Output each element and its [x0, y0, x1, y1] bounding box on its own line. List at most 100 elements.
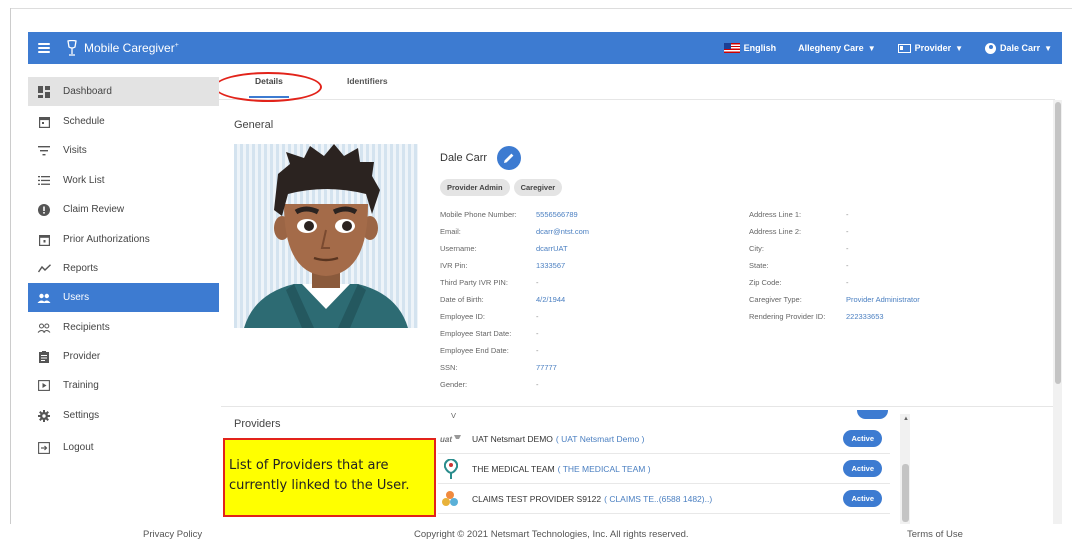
- field-value-address1: -: [846, 210, 849, 219]
- calendar-icon: [37, 115, 51, 129]
- field-value-start-date: -: [536, 329, 539, 338]
- field-label: Username:: [440, 244, 477, 253]
- sidebar-item-schedule[interactable]: Schedule: [28, 107, 219, 136]
- field-value-email[interactable]: dcarr@ntst.com: [536, 227, 589, 236]
- menu-icon[interactable]: [38, 43, 50, 53]
- avatar-illustration: [244, 144, 408, 328]
- field-label: State:: [749, 261, 769, 270]
- field-label: Gender:: [440, 380, 468, 389]
- provider-code-link[interactable]: ( CLAIMS TE..(6588 1482)..): [604, 494, 712, 504]
- list-item[interactable]: uat UAT Netsmart DEMO ( UAT Netsmart Dem…: [438, 424, 890, 454]
- sidebar-item-label: Users: [63, 292, 90, 303]
- tab-bar: Details Identifiers: [219, 64, 1055, 102]
- sidebar-item-label: Visits: [63, 145, 87, 156]
- sidebar-item-label: Recipients: [63, 322, 110, 333]
- role-label: Provider: [914, 43, 952, 53]
- gear-icon: [37, 409, 51, 423]
- sidebar-item-prior-authorizations[interactable]: Prior Authorizations: [28, 225, 219, 254]
- field-value-username: dcarrUAT: [536, 244, 568, 253]
- claims-logo-icon: [440, 489, 462, 509]
- sidebar-item-work-list[interactable]: Work List: [28, 166, 219, 195]
- main-scrollbar-thumb[interactable]: [1055, 102, 1061, 384]
- sidebar-item-label: Reports: [63, 263, 99, 274]
- field-value-phone: 5556566789: [536, 210, 578, 219]
- scroll-up-arrow-icon[interactable]: ▲: [903, 416, 909, 422]
- sidebar-item-settings[interactable]: Settings: [28, 401, 219, 430]
- account-name: Dale Carr: [1000, 43, 1041, 53]
- field-value-city: -: [846, 244, 849, 253]
- sidebar-item-label: Claim Review: [63, 204, 125, 215]
- field-value-third-party-pin: -: [536, 278, 539, 287]
- clipboard-icon: [37, 350, 51, 364]
- tab-identifiers[interactable]: Identifiers: [347, 76, 388, 86]
- field-label: Employee Start Date:: [440, 329, 512, 338]
- sidebar-item-training[interactable]: Training: [28, 371, 219, 400]
- annotation-callout: List of Providers that are currently lin…: [223, 438, 436, 517]
- users-icon: [37, 291, 51, 305]
- field-label: Caregiver Type:: [749, 295, 802, 304]
- sidebar-item-logout[interactable]: Logout: [28, 433, 219, 462]
- chevron-down-icon: ▼: [1044, 43, 1052, 53]
- sidebar-item-label: Work List: [63, 175, 105, 186]
- list-item[interactable]: CLAIMS TEST PROVIDER S9122 ( CLAIMS TE..…: [438, 484, 890, 514]
- providers-scrollbar-thumb[interactable]: [902, 464, 909, 522]
- filter-icon: [37, 144, 51, 158]
- field-label: Address Line 1:: [749, 210, 802, 219]
- field-value-zip: -: [846, 278, 849, 287]
- us-flag-icon: [723, 43, 740, 53]
- logout-icon: [37, 441, 51, 455]
- sidebar-item-provider[interactable]: Provider: [28, 342, 219, 371]
- sidebar: Dashboard Schedule Visits Work List Clai…: [28, 64, 219, 524]
- sidebar-item-label: Training: [63, 380, 99, 391]
- providers-section-title: Providers: [234, 418, 281, 430]
- status-badge: Active: [843, 460, 882, 477]
- providers-list: uat UAT Netsmart DEMO ( UAT Netsmart Dem…: [438, 410, 902, 524]
- chevron-down-icon: ▼: [955, 43, 964, 53]
- list-item[interactable]: THE MEDICAL TEAM ( THE MEDICAL TEAM ) Ac…: [438, 454, 890, 484]
- provider-name: THE MEDICAL TEAM: [472, 463, 555, 474]
- status-badge: Active: [843, 430, 882, 447]
- svg-text:uat: uat: [440, 435, 452, 444]
- chart-line-icon: [37, 262, 51, 276]
- provider-code-link[interactable]: ( THE MEDICAL TEAM ): [558, 464, 651, 474]
- role-chips: Provider Admin Caregiver: [440, 179, 563, 196]
- field-value-rendering-provider-id: 222333653: [846, 312, 884, 321]
- account-menu[interactable]: Dale Carr ▼: [985, 42, 1052, 54]
- terms-of-use-link[interactable]: Terms of Use: [907, 529, 963, 540]
- status-badge: Active: [843, 490, 882, 507]
- sidebar-item-recipients[interactable]: Recipients: [28, 313, 219, 342]
- sidebar-item-visits[interactable]: Visits: [28, 136, 219, 165]
- sidebar-item-users[interactable]: Users: [28, 283, 219, 312]
- field-value-caregiver-type: Provider Administrator: [846, 295, 920, 304]
- list-icon: [37, 174, 51, 188]
- sidebar-item-reports[interactable]: Reports: [28, 254, 219, 283]
- field-label: Employee ID:: [440, 312, 486, 321]
- section-divider: [221, 406, 1053, 407]
- field-label: Rendering Provider ID:: [749, 312, 826, 321]
- frame-top-border: [10, 8, 1072, 9]
- sidebar-item-dashboard[interactable]: Dashboard: [28, 77, 219, 106]
- field-label: Email:: [440, 227, 461, 236]
- app-bar: Mobile Caregiver+ English Allegheny Care…: [28, 32, 1062, 64]
- field-value-employee-id: -: [536, 312, 539, 321]
- language-label: English: [743, 43, 777, 53]
- agency-selector[interactable]: Allegheny Care ▼: [798, 43, 875, 53]
- provider-name: UAT Netsmart DEMO: [472, 433, 553, 444]
- field-value-address2: -: [846, 227, 849, 236]
- people-outline-icon: [37, 321, 51, 335]
- sidebar-item-label: Provider: [63, 351, 101, 362]
- app-logo[interactable]: Mobile Caregiver+: [66, 40, 179, 56]
- field-value-end-date: -: [536, 346, 539, 355]
- edit-user-button[interactable]: [497, 146, 522, 170]
- provider-code-link[interactable]: ( UAT Netsmart Demo ): [556, 434, 644, 444]
- general-section-title: General: [234, 119, 274, 131]
- language-selector[interactable]: English: [723, 43, 777, 53]
- frame-left-border: [10, 8, 11, 552]
- field-value-ssn: 77777: [536, 363, 557, 372]
- privacy-policy-link[interactable]: Privacy Policy: [143, 529, 202, 540]
- alert-icon: [37, 203, 51, 217]
- role-selector[interactable]: Provider ▼: [897, 43, 964, 53]
- copyright-text: Copyright © 2021 Netsmart Technologies, …: [414, 529, 689, 540]
- sidebar-item-claim-review[interactable]: Claim Review: [28, 195, 219, 224]
- field-label: Date of Birth:: [440, 295, 484, 304]
